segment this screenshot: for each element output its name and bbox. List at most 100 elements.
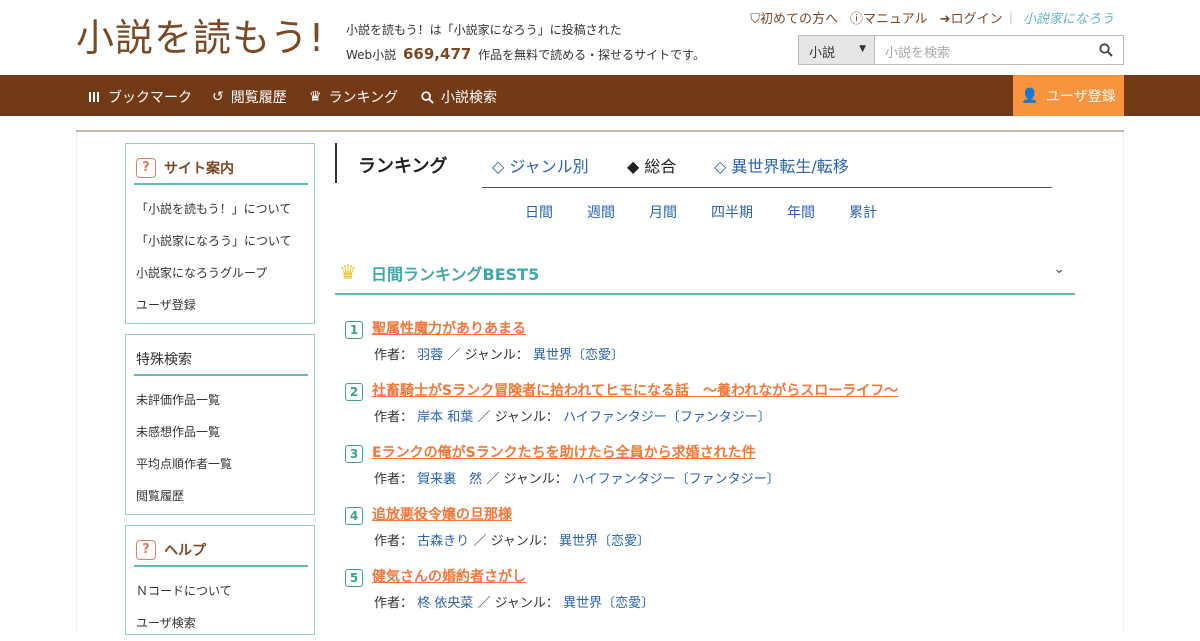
search-type-select[interactable]: 小説 ▼ [799, 36, 875, 64]
period-daily[interactable]: 日間 [525, 202, 553, 222]
manual-label: マニュアル [863, 12, 928, 27]
best5-title: 日間ランキングBEST5 [371, 265, 540, 284]
login-link[interactable]: ➜ログイン [934, 8, 1009, 27]
top-links: ⛉初めての方へ ⓘマニュアル ➜ログイン | 小説家になろう [744, 8, 1120, 27]
nav-search[interactable]: 小説検索 [421, 87, 497, 107]
period-quarterly[interactable]: 四半期 [711, 202, 753, 222]
genre-link[interactable]: ハイファンタジー〔ファンタジー〕 [563, 410, 771, 425]
sidebar-link[interactable]: 小説家になろうグループ [136, 257, 314, 289]
author-link[interactable]: 古森きり [417, 534, 469, 549]
crown-icon: ♛ [309, 89, 322, 105]
beginners-link[interactable]: ⛉初めての方へ [744, 8, 844, 27]
nav-history-label: 閲覧履歴 [230, 90, 287, 106]
sidebar-help: ? ヘルプ Ｎコードについて ユーザ検索 [125, 525, 315, 635]
author-label: 作者： [374, 596, 414, 611]
site-guide-heading: ? サイト案内 [134, 152, 308, 185]
period-monthly[interactable]: 月間 [649, 202, 677, 222]
entry-meta: 作者： 羽蓉 ／ ジャンル： 異世界〔恋愛〕 [374, 344, 624, 363]
novel-title-link[interactable]: 社畜騎士がSランク冒険者に拾われてヒモになる話 ～養われながらスローライフ～ [372, 380, 898, 400]
history-icon: ↺ [212, 89, 224, 105]
register-button[interactable]: 👤 ユーザ登録 [1013, 75, 1124, 116]
rank-badge: 5 [345, 569, 363, 587]
help-heading: ? ヘルプ [134, 534, 308, 567]
sidebar-link[interactable]: 未感想作品一覧 [136, 416, 314, 448]
entry-meta: 作者： 賀来裏 然 ／ ジャンル： ハイファンタジー〔ファンタジー〕 [374, 468, 780, 487]
triangle-down-icon: ▼ [859, 44, 866, 54]
period-weekly[interactable]: 週間 [587, 202, 615, 222]
sidebar-link[interactable]: 平均点順作者一覧 [136, 448, 314, 480]
author-label: 作者： [374, 348, 414, 363]
sidebar-link[interactable]: 「小説家になろう」について [136, 225, 314, 257]
chevron-down-icon[interactable]: ⌄ [1053, 261, 1065, 277]
login-label: ログイン [950, 12, 1003, 27]
genre-label: ／ ジャンル： [447, 348, 529, 363]
genre-link[interactable]: 異世界〔恋愛〕 [559, 534, 650, 549]
novel-title-link[interactable]: Eランクの俺がSランクたちを助けたら全員から求婚された件 [372, 442, 756, 462]
tagline-line1: 小説を読もう！は「小説家になろう」に投稿された [346, 23, 622, 37]
tab-divider [482, 187, 1052, 188]
sidebar-link[interactable]: ユーザ検索 [136, 607, 314, 639]
search-type-value: 小説 [809, 46, 836, 61]
register-label: ユーザ登録 [1045, 88, 1116, 105]
work-count: 669,477 [403, 45, 472, 63]
genre-link[interactable]: 異世界〔恋愛〕 [563, 596, 654, 611]
nav-history[interactable]: ↺ 閲覧履歴 [212, 87, 287, 107]
nav-ranking[interactable]: ♛ ランキング [309, 87, 398, 107]
search-button[interactable] [1089, 36, 1123, 64]
period-yearly[interactable]: 年間 [787, 202, 815, 222]
special-search-heading: 特殊検索 [134, 343, 308, 376]
entry-meta: 作者： 岸本 和葉 ／ ジャンル： ハイファンタジー〔ファンタジー〕 [374, 406, 771, 425]
tab-isekai[interactable]: ◇ 異世界転生/転移 [714, 153, 849, 177]
author-link[interactable]: 柊 依央菜 [417, 596, 473, 611]
nav-bookmark-label: ブックマーク [108, 90, 192, 106]
best5-header[interactable]: ♛ 日間ランキングBEST5 ⌄ [335, 256, 1075, 295]
author-link[interactable]: 岸本 和葉 [417, 410, 473, 425]
nav-bookmark[interactable]: ブックマーク [88, 87, 192, 107]
header: 小説を読もう! 小説を読もう！は「小説家になろう」に投稿された Web小説 66… [0, 0, 1200, 75]
genre-link[interactable]: ハイファンタジー〔ファンタジー〕 [572, 472, 780, 487]
search-icon [1099, 43, 1113, 57]
shield-icon: ⛉ [750, 12, 761, 27]
ranking-title-bar [335, 143, 339, 183]
beginners-label: 初めての方へ [760, 12, 839, 27]
author-label: 作者： [374, 472, 414, 487]
sidebar-link[interactable]: 「小説を読もう！」について [136, 193, 314, 225]
tab-overall[interactable]: ◆ 総合 [627, 153, 676, 177]
question-icon: ? [136, 157, 156, 178]
novel-title-link[interactable]: 健気さんの婚約者さがし [372, 566, 526, 586]
genre-label: ／ ジャンル： [486, 472, 568, 487]
entry-meta: 作者： 柊 依央菜 ／ ジャンル： 異世界〔恋愛〕 [374, 592, 654, 611]
author-link[interactable]: 賀来裏 然 [417, 472, 482, 487]
tab-genre[interactable]: ◇ ジャンル別 [492, 153, 589, 177]
user-icon: 👤 [1021, 87, 1039, 104]
sidebar-link[interactable]: 未評価作品一覧 [136, 384, 314, 416]
sidebar-link[interactable]: Ｎコードについて [136, 575, 314, 607]
rank-badge: 3 [345, 445, 363, 463]
author-link[interactable]: 羽蓉 [417, 348, 443, 363]
genre-link[interactable]: 異世界〔恋愛〕 [533, 348, 624, 363]
nav-ranking-label: ランキング [328, 90, 399, 106]
novel-title-link[interactable]: 追放悪役令嬢の旦那様 [372, 504, 512, 524]
sidebar-link[interactable]: 閲覧履歴 [136, 480, 314, 512]
novel-title-link[interactable]: 聖属性魔力がありあまる [372, 318, 526, 338]
search-box: 小説 ▼ 小説を検索 [798, 35, 1124, 65]
manual-link[interactable]: ⓘマニュアル [844, 8, 934, 27]
genre-label: ／ ジャンル： [477, 596, 559, 611]
tagline-line2: Web小説 669,477 作品を無料で読める・探せるサイトです。 [346, 42, 705, 67]
period-cumulative[interactable]: 累計 [849, 202, 877, 222]
sidebar-link[interactable]: ユーザ登録 [136, 289, 314, 321]
site-tagline: 小説を読もう！は「小説家になろう」に投稿された Web小説 669,477 作品… [346, 18, 705, 67]
sidebar-site-guide: ? サイト案内 「小説を読もう！」について 「小説家になろう」について 小説家に… [125, 143, 315, 324]
site-logo[interactable]: 小説を読もう! [76, 14, 325, 62]
author-label: 作者： [374, 534, 414, 549]
genre-label: ／ ジャンル： [473, 534, 555, 549]
question-icon: ? [136, 539, 156, 560]
author-label: 作者： [374, 410, 414, 425]
rank-badge: 1 [345, 321, 363, 339]
narou-logo-link[interactable]: 小説家になろう [1013, 8, 1120, 27]
rank-badge: 4 [345, 507, 363, 525]
help-title: ヘルプ [164, 542, 206, 559]
search-input[interactable]: 小説を検索 [875, 36, 1089, 64]
question-circle-icon: ⓘ [850, 12, 864, 27]
ranking-title: ランキング [358, 156, 448, 177]
